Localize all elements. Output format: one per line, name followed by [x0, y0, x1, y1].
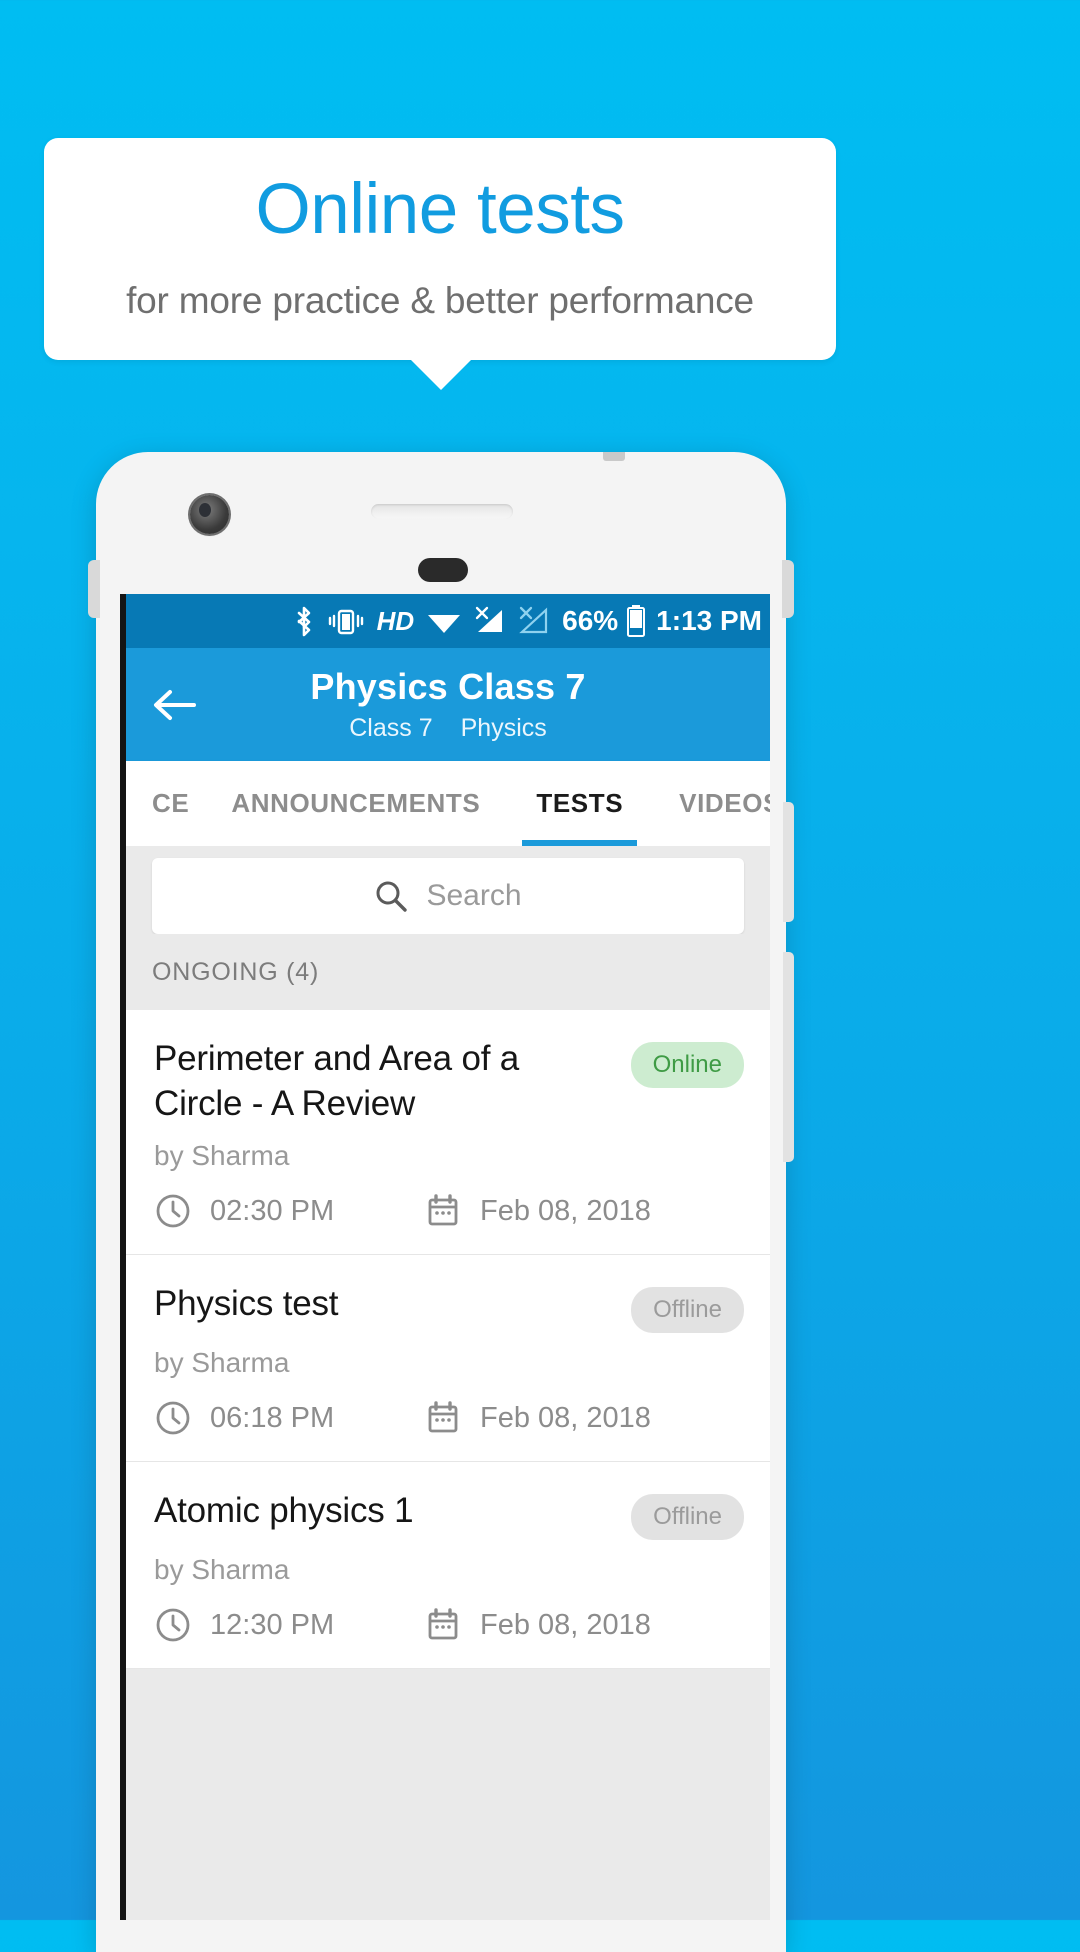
test-card[interactable]: Perimeter and Area of a Circle - A Revie… [126, 1010, 770, 1255]
test-author: by Sharma [154, 1554, 290, 1585]
phone-left-button[interactable] [88, 560, 100, 618]
calendar-icon [424, 1606, 462, 1644]
status-badge: Online [630, 1042, 744, 1088]
bluetooth-icon [297, 606, 310, 637]
calendar-icon [424, 1399, 462, 1437]
test-date: Feb 08, 2018 [424, 1399, 651, 1437]
test-title: Atomic physics 1 [154, 1491, 414, 1530]
status-badge: Offline [631, 1287, 744, 1333]
test-date: Feb 08, 2018 [424, 1606, 651, 1644]
search-icon [376, 881, 408, 912]
tab-announcements[interactable]: ANNOUNCEMENTS [231, 761, 480, 846]
test-card[interactable]: Atomic physics 1 Offline by Sharma 12:30… [126, 1462, 770, 1669]
battery-icon [627, 605, 646, 637]
tab-ce[interactable]: CE [152, 761, 189, 846]
search-input[interactable]: Search [152, 858, 744, 934]
test-date-label: Feb 08, 2018 [480, 1401, 651, 1434]
status-bar: HD 66% 1:13 PM [126, 594, 770, 648]
test-time-label: 12:30 PM [210, 1608, 335, 1641]
test-time: 02:30 PM [154, 1192, 424, 1230]
breadcrumb: Class 7 Physics [126, 714, 770, 743]
tab-bar: CE ANNOUNCEMENTS TESTS VIDEOS [126, 761, 770, 846]
promo-callout: Online tests for more practice & better … [44, 138, 836, 360]
signal-no-sim-1-icon [475, 606, 503, 632]
tests-content: Search ONGOING (4) Perimeter and Area of… [126, 846, 770, 1920]
front-camera-icon [190, 495, 229, 534]
tab-videos-label: VIDEOS [679, 788, 770, 818]
test-time: 06:18 PM [154, 1399, 424, 1437]
hd-icon: HD [376, 605, 415, 636]
phone-volume-up-button[interactable] [783, 802, 794, 922]
phone-volume-down-button[interactable] [783, 952, 794, 1162]
test-author: by Sharma [154, 1347, 290, 1378]
status-bar-icons: HD [293, 605, 551, 637]
test-card[interactable]: Physics test Offline by Sharma 06:18 PM [126, 1255, 770, 1462]
test-time-label: 02:30 PM [210, 1194, 335, 1227]
clock-label: 1:13 PM [656, 605, 762, 636]
earpiece-speaker [371, 504, 513, 519]
breadcrumb-class: Class 7 [349, 714, 433, 742]
clock-icon [154, 1606, 192, 1644]
wifi-icon [428, 615, 461, 633]
phone-top-antenna [603, 452, 625, 461]
proximity-sensor [418, 558, 468, 582]
promo-title: Online tests [255, 170, 625, 249]
phone-screen: HD 66% 1:13 PM Physics Class 7 Class 7 P… [120, 594, 770, 1920]
test-time: 12:30 PM [154, 1606, 424, 1644]
tab-videos[interactable]: VIDEOS [679, 761, 770, 846]
breadcrumb-subject: Physics [460, 714, 547, 742]
vibrate-icon [328, 609, 363, 635]
promo-subtitle: for more practice & better performance [126, 280, 754, 321]
test-author: by Sharma [154, 1140, 290, 1171]
search-placeholder: Search [426, 879, 522, 912]
promo-callout-tail [409, 358, 473, 390]
signal-no-sim-2-icon [519, 606, 548, 634]
test-date-label: Feb 08, 2018 [480, 1194, 651, 1227]
camera-lens-icon [199, 503, 211, 517]
status-badge: Offline [631, 1494, 744, 1540]
tab-ce-label: CE [152, 788, 190, 818]
tab-announcements-label: ANNOUNCEMENTS [231, 788, 481, 818]
test-date: Feb 08, 2018 [424, 1192, 651, 1230]
section-header-ongoing: ONGOING (4) [126, 934, 770, 1010]
tab-tests[interactable]: TESTS [522, 761, 637, 846]
tab-tests-label: TESTS [536, 788, 624, 818]
app-bar: Physics Class 7 Class 7 Physics [126, 648, 770, 761]
page-title: Physics Class 7 [310, 666, 586, 707]
battery-percent-label: 66% [562, 605, 619, 636]
clock-icon [154, 1399, 192, 1437]
test-meta: 02:30 PM Feb 08, 2018 [154, 1192, 744, 1230]
calendar-icon [424, 1192, 462, 1230]
test-date-label: Feb 08, 2018 [480, 1608, 651, 1641]
search-area: Search [126, 846, 770, 934]
phone-power-button[interactable] [782, 560, 794, 618]
test-time-label: 06:18 PM [210, 1401, 335, 1434]
test-meta: 06:18 PM Feb 08, 2018 [154, 1399, 744, 1437]
test-title: Physics test [154, 1284, 339, 1323]
clock-icon [154, 1192, 192, 1230]
test-title: Perimeter and Area of a Circle - A Revie… [154, 1039, 520, 1123]
test-meta: 12:30 PM Feb 08, 2018 [154, 1606, 744, 1644]
